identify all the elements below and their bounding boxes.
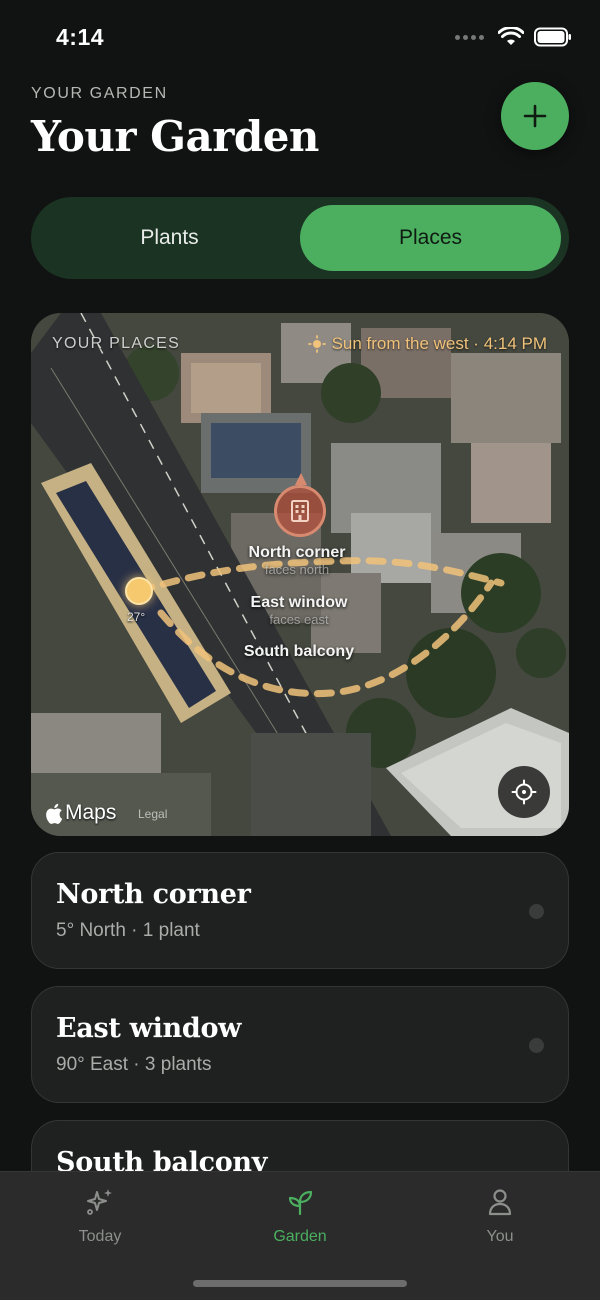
status-icons xyxy=(455,27,572,47)
home-indicator xyxy=(193,1280,407,1287)
place-meta: 5° North · 1 plant xyxy=(56,920,200,941)
header-eyebrow: YOUR GARDEN xyxy=(31,85,168,102)
status-bar: 4:14 xyxy=(0,0,600,76)
map-label-sub: faces east xyxy=(269,612,329,627)
battery-icon xyxy=(534,27,571,47)
sun-info: Sun from the west · 4:14 PM xyxy=(307,334,547,354)
sun-position-marker xyxy=(125,577,153,605)
page-title: Your Garden xyxy=(31,112,319,161)
add-button[interactable] xyxy=(501,82,569,150)
map-label-name: South balcony xyxy=(243,643,355,660)
segment-places[interactable]: Places xyxy=(300,205,561,271)
place-name: East window xyxy=(56,1013,242,1044)
apple-logo-icon xyxy=(46,803,63,824)
map-label-north-corner[interactable]: North corner faces north xyxy=(237,544,357,577)
tab-you[interactable]: You xyxy=(440,1186,560,1246)
map-label-east-window[interactable]: East window faces east xyxy=(239,594,359,627)
sun-info-text: Sun from the west · 4:14 PM xyxy=(331,334,547,353)
building-icon xyxy=(291,500,309,522)
place-meta: 90° East · 3 plants xyxy=(56,1054,212,1075)
sun-icon xyxy=(307,335,326,353)
map-eyebrow: YOUR PLACES xyxy=(52,335,181,352)
maps-attribution-text: Maps xyxy=(65,801,117,824)
map-label-name: East window xyxy=(250,594,348,611)
tab-label: Garden xyxy=(273,1228,327,1245)
locate-button[interactable] xyxy=(498,766,550,818)
status-dot-icon xyxy=(529,904,544,919)
sprout-icon xyxy=(288,1190,313,1216)
tab-label: Today xyxy=(78,1228,122,1245)
wifi-icon xyxy=(498,27,524,45)
places-map[interactable]: YOUR PLACES Sun from the west · 4:14 PM … xyxy=(31,313,569,836)
pin-direction-indicator xyxy=(295,473,307,485)
tab-garden[interactable]: Garden xyxy=(240,1186,360,1246)
map-label-south-balcony[interactable]: South balcony xyxy=(229,643,369,661)
building-pin[interactable] xyxy=(274,485,326,537)
sparkles-icon xyxy=(87,1189,112,1215)
crosshair-icon xyxy=(511,779,537,805)
place-card-east-window[interactable]: East window 90° East · 3 plants xyxy=(31,986,569,1103)
segmented-control: Plants Places xyxy=(31,197,569,279)
plus-icon xyxy=(523,104,547,128)
sun-temperature: 27° xyxy=(127,610,146,624)
tab-label: You xyxy=(486,1228,514,1245)
cellular-signal-icon xyxy=(455,34,484,40)
place-name: North corner xyxy=(56,879,251,910)
place-card-north-corner[interactable]: North corner 5° North · 1 plant xyxy=(31,852,569,969)
person-icon xyxy=(488,1189,512,1216)
status-dot-icon xyxy=(529,1038,544,1053)
segment-plants[interactable]: Plants xyxy=(39,205,300,271)
legal-link[interactable]: Legal xyxy=(138,807,167,821)
map-label-sub: faces north xyxy=(264,562,330,577)
status-time: 4:14 xyxy=(56,24,105,50)
map-label-name: North corner xyxy=(248,544,346,561)
tab-today[interactable]: Today xyxy=(40,1186,160,1246)
maps-attribution: Maps xyxy=(45,801,116,825)
